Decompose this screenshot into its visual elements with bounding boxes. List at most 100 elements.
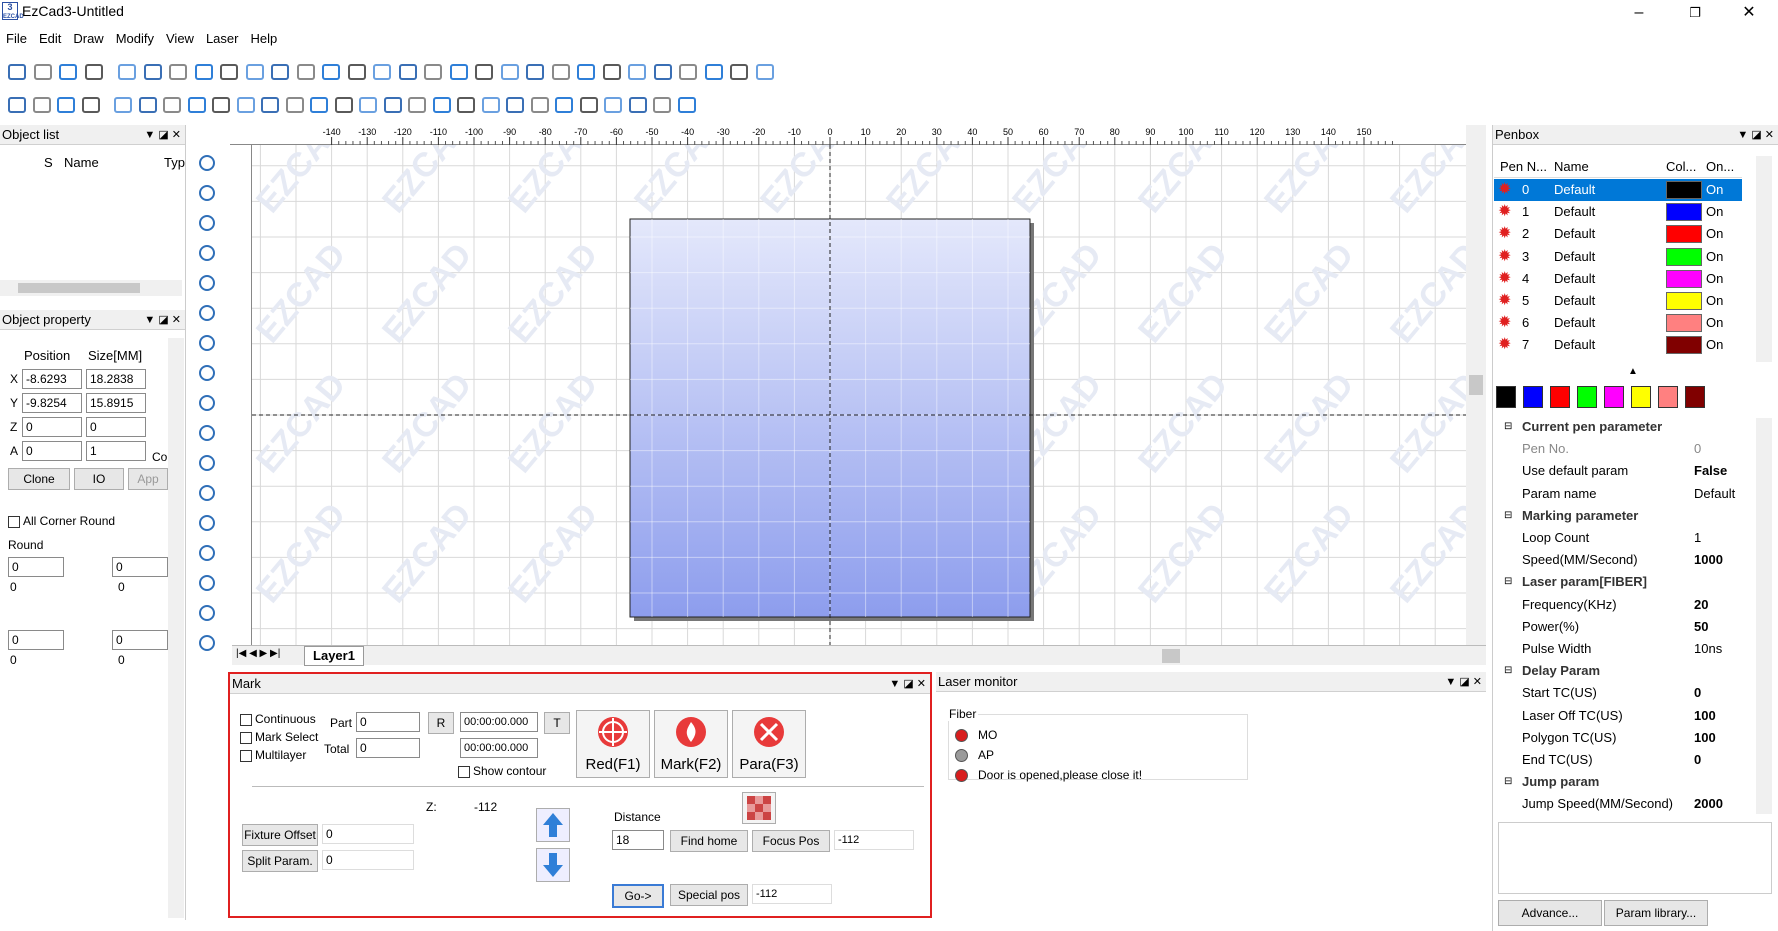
layer-nav-icons[interactable]: |◀ ◀ ▶ ▶|: [236, 648, 280, 659]
tb2-tool-15-icon[interactable]: [382, 94, 404, 116]
time-button[interactable]: T: [544, 712, 570, 734]
pen-on-state[interactable]: On: [1706, 334, 1723, 356]
all-corner-round-checkbox[interactable]: All Corner Round: [8, 514, 115, 528]
param-value[interactable]: 0: [1694, 749, 1701, 771]
draw-tool-0-icon[interactable]: [196, 152, 218, 174]
tb1-tool-23-icon[interactable]: [601, 61, 623, 83]
draw-tool-14-icon[interactable]: [196, 572, 218, 594]
collapse-icon[interactable]: ⊟: [1504, 660, 1512, 682]
advance-button[interactable]: Advance...: [1498, 900, 1602, 926]
param-value[interactable]: False: [1694, 460, 1727, 482]
tb2-tool-24-icon[interactable]: [602, 94, 624, 116]
param-row[interactable]: Polygon TC(US) 100: [1494, 727, 1749, 749]
pen-color-swatch[interactable]: [1666, 314, 1702, 333]
color-swatch[interactable]: [1658, 386, 1678, 408]
pen-row[interactable]: ✹ 7 Default On: [1494, 334, 1742, 356]
tb2-tool-18-icon[interactable]: [455, 94, 477, 116]
tb1-tool-1-icon[interactable]: [32, 61, 54, 83]
draw-tool-7-icon[interactable]: [196, 362, 218, 384]
tb2-tool-19-icon[interactable]: [480, 94, 502, 116]
x-position-input[interactable]: -8.6293: [22, 369, 82, 389]
round-input-2[interactable]: 0: [112, 557, 168, 577]
tb1-tool-11-icon[interactable]: [295, 61, 317, 83]
col-s[interactable]: S: [44, 155, 53, 170]
tb2-tool-4-icon[interactable]: [112, 94, 134, 116]
draw-tool-8-icon[interactable]: [196, 392, 218, 414]
apply-button[interactable]: App: [128, 468, 168, 490]
tb1-tool-21-icon[interactable]: [550, 61, 572, 83]
pen-row[interactable]: ✹ 4 Default On: [1494, 268, 1742, 290]
color-swatch[interactable]: [1685, 386, 1705, 408]
color-swatch[interactable]: [1631, 386, 1651, 408]
menu-modify[interactable]: Modify: [110, 28, 160, 49]
tb1-tool-2-icon[interactable]: [57, 61, 79, 83]
x-size-input[interactable]: 18.2838: [86, 369, 146, 389]
tb2-tool-9-icon[interactable]: [235, 94, 257, 116]
tb1-tool-18-icon[interactable]: [473, 61, 495, 83]
split-param-value[interactable]: 0: [322, 850, 414, 870]
tb2-tool-23-icon[interactable]: [578, 94, 600, 116]
param-row[interactable]: Jump Speed(MM/Second) 2000: [1494, 793, 1749, 815]
col-pen-color[interactable]: Col...: [1666, 156, 1696, 178]
tb1-tool-14-icon[interactable]: [371, 61, 393, 83]
split-param-button[interactable]: Split Param.: [242, 850, 318, 872]
draw-tool-5-icon[interactable]: [196, 302, 218, 324]
tb2-tool-16-icon[interactable]: [406, 94, 428, 116]
horizontal-scrollbar[interactable]: [0, 280, 182, 296]
param-row[interactable]: Laser Off TC(US) 100: [1494, 705, 1749, 727]
minimize-button[interactable]: –: [1616, 0, 1662, 25]
tb2-tool-6-icon[interactable]: [161, 94, 183, 116]
tb1-tool-6-icon[interactable]: [167, 61, 189, 83]
distance-input[interactable]: 18: [612, 830, 664, 850]
tb2-tool-7-icon[interactable]: [186, 94, 208, 116]
col-pen-name[interactable]: Name: [1554, 156, 1589, 178]
tb1-tool-28-icon[interactable]: [728, 61, 750, 83]
pen-row[interactable]: ✹ 1 Default On: [1494, 201, 1742, 223]
param-value[interactable]: 0: [1694, 438, 1701, 460]
tb1-tool-29-icon[interactable]: [754, 61, 776, 83]
draw-tool-12-icon[interactable]: [196, 512, 218, 534]
tb1-tool-7-icon[interactable]: [193, 61, 215, 83]
tb2-tool-21-icon[interactable]: [529, 94, 551, 116]
maximize-button[interactable]: ❐: [1672, 0, 1718, 25]
menu-view[interactable]: View: [160, 28, 200, 49]
pen-row[interactable]: ✹ 3 Default On: [1494, 246, 1742, 268]
pen-color-swatch[interactable]: [1666, 247, 1702, 266]
param-row[interactable]: Param name Default: [1494, 483, 1749, 505]
drawing-canvas[interactable]: EZCAD EZCAD EZCAD EZCAD EZCAD EZCAD EZCAD EZCAD…: [252, 145, 1466, 645]
pen-on-state[interactable]: On: [1706, 201, 1723, 223]
layer-tab[interactable]: Layer1: [304, 646, 364, 666]
tb1-tool-0-icon[interactable]: [6, 61, 28, 83]
pen-color-swatch[interactable]: [1666, 203, 1702, 222]
tb1-tool-16-icon[interactable]: [422, 61, 444, 83]
pen-color-swatch[interactable]: [1666, 336, 1702, 355]
find-home-button[interactable]: Find home: [670, 830, 748, 852]
tb1-tool-4-icon[interactable]: [116, 61, 138, 83]
draw-tool-10-icon[interactable]: [196, 452, 218, 474]
pen-on-state[interactable]: On: [1706, 179, 1723, 201]
menu-help[interactable]: Help: [244, 28, 283, 49]
param-row[interactable]: Use default param False: [1494, 460, 1749, 482]
pen-color-swatch[interactable]: [1666, 181, 1702, 199]
panel-controls[interactable]: ▼ ◪ ✕: [889, 674, 926, 694]
tb1-tool-13-icon[interactable]: [346, 61, 368, 83]
tb2-tool-26-icon[interactable]: [651, 94, 673, 116]
tb1-tool-27-icon[interactable]: [703, 61, 725, 83]
canvas-horizontal-scrollbar[interactable]: [872, 646, 1472, 666]
param-value[interactable]: 50: [1694, 616, 1708, 638]
tb2-tool-25-icon[interactable]: [627, 94, 649, 116]
draw-tool-4-icon[interactable]: [196, 272, 218, 294]
tb1-tool-15-icon[interactable]: [397, 61, 419, 83]
tb1-tool-3-icon[interactable]: [83, 61, 105, 83]
pen-on-state[interactable]: On: [1706, 246, 1723, 268]
panel-controls[interactable]: ▼ ◪ ✕: [1737, 125, 1774, 145]
draw-tool-6-icon[interactable]: [196, 332, 218, 354]
clone-button[interactable]: Clone: [8, 468, 70, 490]
tb1-tool-8-icon[interactable]: [218, 61, 240, 83]
pen-row[interactable]: ✹ 0 Default On: [1494, 179, 1742, 201]
collapse-icon[interactable]: ⊟: [1504, 771, 1512, 793]
menu-edit[interactable]: Edit: [33, 28, 67, 49]
param-row[interactable]: Frequency(KHz) 20: [1494, 594, 1749, 616]
round-input-3[interactable]: 0: [8, 630, 64, 650]
panel-controls[interactable]: ▼ ◪ ✕: [144, 125, 181, 145]
